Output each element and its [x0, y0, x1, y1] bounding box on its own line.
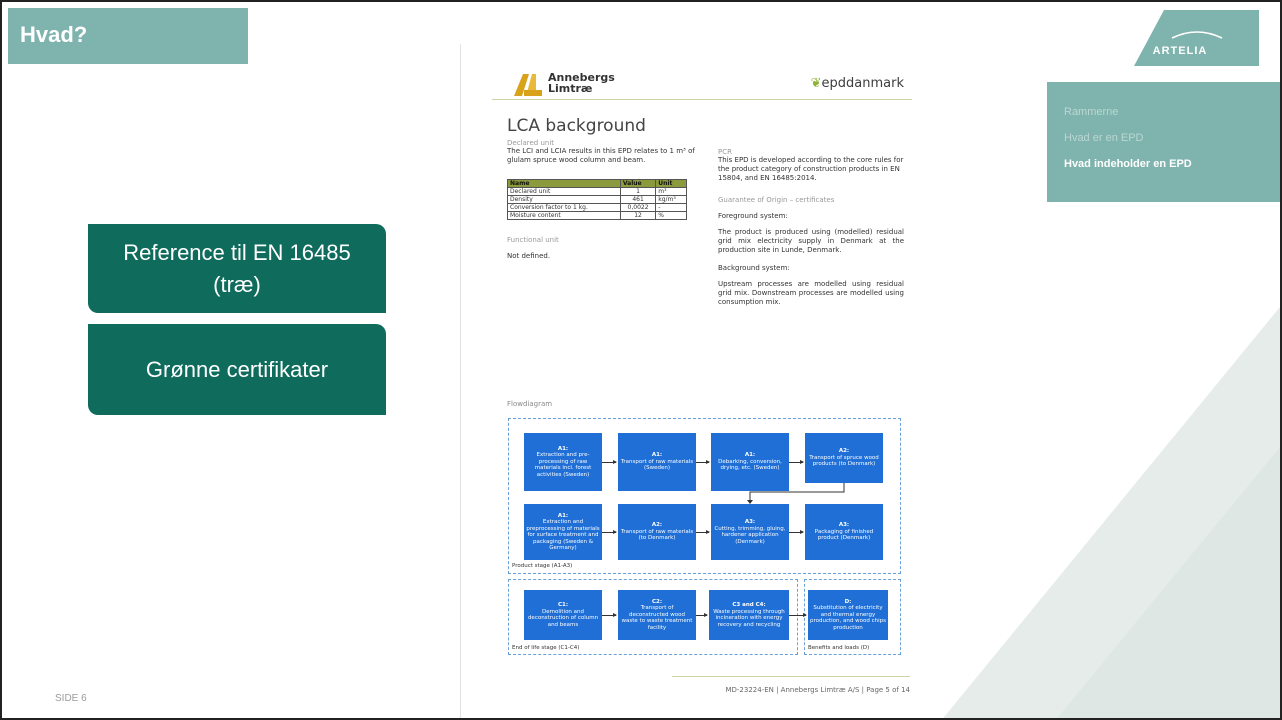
pcr-text: This EPD is developed according to the c… — [718, 156, 904, 182]
table-cell: Density — [507, 195, 621, 204]
doc-right-column: PCR This EPD is developed according to t… — [718, 148, 904, 307]
flow-arrow — [602, 460, 617, 464]
table-cell: 461 — [619, 195, 657, 204]
flow-box-body: Substitution of electricity and thermal … — [810, 605, 886, 631]
flowdiagram: A1: Extraction and pre-processing of raw … — [508, 416, 903, 686]
divider — [460, 44, 461, 718]
table-cell: % — [655, 211, 687, 220]
table-row: Declared unit 1 m³ — [507, 187, 687, 196]
callout-certificates: Grønne certifikater — [88, 324, 386, 415]
declared-unit-text: The LCI and LCIA results in this EPD rel… — [507, 147, 695, 164]
flow-arrow — [602, 530, 617, 534]
flow-box-body: Packaging of finished product (Denmark) — [814, 528, 874, 542]
flow-box: D: Substitution of electricity and therma… — [808, 590, 888, 640]
flow-arrow — [789, 530, 804, 534]
flow-box: A2: Transport of raw materials (to Denmar… — [618, 504, 696, 560]
table-row: Moisture content 12 % — [507, 211, 687, 220]
table-header: Name — [507, 179, 621, 188]
nav-item-hvad-indeholder[interactable]: Hvad indeholder en EPD — [1064, 157, 1280, 183]
table-cell: 1 — [619, 187, 657, 196]
table-row: Conversion factor to 1 kg. 0,0022 - — [507, 203, 687, 212]
flow-box-body: Transport of raw materials (Sweden) — [620, 458, 694, 472]
flow-box: C1: Demolition and deconstruction of colu… — [524, 590, 602, 640]
doc-footer: MD-23224-EN | Annebergs Limtræ A/S | Pag… — [672, 676, 910, 694]
flow-box-body: Demolition and deconstruction of column … — [527, 608, 599, 628]
table-header: Value — [619, 179, 657, 188]
table-row: Density 461 kg/m³ — [507, 195, 687, 204]
flow-arrow — [696, 460, 710, 464]
flow-box-body: Waste processing through incineration wi… — [713, 608, 785, 628]
table-cell: Declared unit — [507, 187, 621, 196]
flow-arrow — [789, 460, 804, 464]
background-heading: Background system: — [718, 264, 790, 272]
doc-left-column: Declared unit The LCI and LCIA results i… — [507, 139, 697, 261]
flow-connector — [747, 483, 845, 504]
leaf-icon: ❦ — [810, 76, 822, 91]
table-cell: Moisture content — [507, 211, 621, 220]
flow-box: A1: Extraction and preprocessing of mater… — [524, 504, 602, 560]
flow-box: C3 and C4: Waste processing through incin… — [709, 590, 789, 640]
stage-label-end-of-life: End of life stage (C1-C4) — [512, 645, 580, 651]
background-text: Upstream processes are modelled using re… — [718, 280, 904, 306]
annebergs-wordmark: Annebergs Limtræ — [548, 72, 615, 94]
flow-box-body: Transport of raw materials (to Denmark) — [620, 528, 694, 542]
flow-box-body: Transport of deconstructed wood waste to… — [621, 605, 693, 631]
flow-box: A2: Transport of spruce wood products (to… — [805, 433, 883, 483]
flow-box-body: Cutting, trimming, gluing, hardener appl… — [714, 525, 786, 545]
epd-document-page: Annebergs Limtræ ❦epddanmark LCA backgro… — [492, 64, 912, 704]
flow-box: C2: Transport of deconstructed wood waste… — [618, 590, 696, 640]
nav-item-rammerne[interactable]: Rammerne — [1064, 105, 1280, 131]
flow-box-body: Extraction and pre-processing of raw mat… — [534, 452, 592, 478]
flowdiagram-heading: Flowdiagram — [507, 400, 553, 408]
flow-box-body: Debarking, conversion, drying, etc. (Swe… — [718, 458, 782, 472]
declared-unit-table: Name Value Unit Declared unit 1 m³ Densi… — [507, 179, 687, 220]
guarantee-heading: Guarantee of Origin – certificates — [718, 196, 835, 204]
foreground-text: The product is produced using (modelled)… — [718, 228, 904, 254]
flow-arrow — [602, 613, 617, 617]
epddanmark-wordmark: epddanmark — [821, 76, 904, 91]
callout-reference: Reference til EN 16485 (træ) — [88, 224, 386, 313]
stage-label-benefits: Benefits and loads (D) — [808, 645, 870, 651]
annebergs-line2: Limtræ — [548, 82, 593, 95]
epddanmark-logo: ❦epddanmark — [811, 76, 904, 91]
table-cell: Conversion factor to 1 kg. — [507, 203, 621, 212]
artelia-wordmark: ARTELIA — [1152, 45, 1208, 57]
table-cell: - — [655, 203, 687, 212]
functional-unit-heading: Functional unit — [507, 236, 559, 244]
foreground-heading: Foreground system: — [718, 212, 788, 220]
table-cell: 12 — [619, 211, 657, 220]
pcr-heading: PCR — [718, 148, 732, 156]
doc-title: LCA background — [507, 116, 646, 136]
flow-box: A1: Transport of raw materials (Sweden) — [618, 433, 696, 491]
flow-box-body: Transport of spruce wood products (to De… — [809, 454, 879, 468]
nav-item-hvad-er-en-epd[interactable]: Hvad er en EPD — [1064, 131, 1280, 157]
flow-box: A1: Extraction and pre-processing of raw … — [524, 433, 602, 491]
table-header: Unit — [655, 179, 687, 188]
section-nav: Rammerne Hvad er en EPD Hvad indeholder … — [1047, 82, 1280, 202]
flow-arrow — [789, 613, 807, 617]
flow-arrow — [696, 613, 708, 617]
artelia-logo — [1134, 10, 1259, 66]
table-cell: 0,0022 — [619, 203, 657, 212]
flow-box: A3: Cutting, trimming, gluing, hardener a… — [711, 504, 789, 560]
flow-box-body: Extraction and preprocessing of material… — [526, 519, 600, 551]
table-cell: m³ — [655, 187, 687, 196]
flow-arrow — [696, 530, 710, 534]
slide: Hvad? Reference til EN 16485 (træ) Grønn… — [0, 0, 1282, 720]
slide-title: Hvad? — [8, 8, 248, 64]
functional-unit-text: Not defined. — [507, 252, 551, 260]
table-cell: kg/m³ — [655, 195, 687, 204]
slide-number: SIDE 6 — [55, 693, 87, 704]
doc-header: Annebergs Limtræ ❦epddanmark — [492, 64, 912, 100]
stage-label-product: Product stage (A1-A3) — [512, 563, 573, 569]
flow-box: A3: Packaging of finished product (Denmar… — [805, 504, 883, 560]
annebergs-logo-icon — [514, 74, 542, 96]
declared-unit-heading: Declared unit — [507, 139, 555, 147]
